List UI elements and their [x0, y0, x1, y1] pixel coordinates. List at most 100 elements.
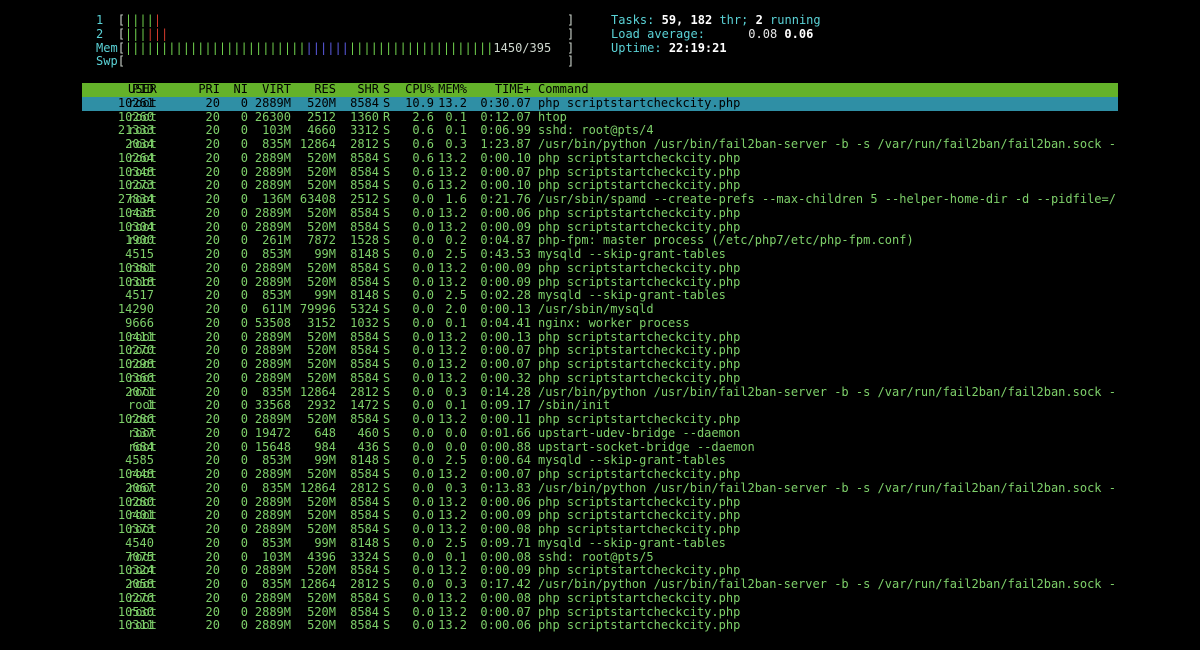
process-row[interactable]: 2058 root 20 0 835M 12864 2812 S 0.0 0.3 0:17.42/u… — [82, 577, 1118, 592]
process-cpu: 0.0 — [412, 590, 434, 605]
process-shr: 8584 — [350, 164, 379, 179]
process-row[interactable]: 10411 root 20 0 2889M 520M 8584 S 0.0 13.2 0:00.13… — [82, 329, 1118, 345]
column-header-cpu[interactable]: CPU% — [394, 82, 434, 97]
process-row[interactable]: 4585 20 0 853M 99M 8148 S 0.0 2.5 0:00.64 mysqld -… — [82, 453, 1118, 468]
process-res: 520M — [307, 164, 336, 179]
process-row[interactable]: 10260 root 20 0 26300 2512 1360 R 2.6 0.1 0:12.07 h… — [82, 109, 1118, 125]
process-row[interactable]: 10401 root 20 0 2889M 520M 8584 S 0.0 13.2 0:00.09… — [82, 508, 1118, 523]
process-row[interactable]: 14290 20 0 611M 79996 5324 S 0.0 2.0 0:00.13/usr/… — [82, 302, 1118, 317]
process-cpu: 0.0 — [412, 233, 434, 248]
process-priority: 20 — [205, 563, 220, 578]
process-row[interactable]: 10264 root 20 0 2889M 520M 8584 S 0.6 13.2 0:00.10… — [82, 150, 1118, 166]
process-row[interactable]: 2034 root 20 0 835M 12864 2812 S 0.6 0.3 1:23.87/u… — [82, 137, 1118, 152]
process-row[interactable]: 10270 root 20 0 2889M 520M 8584 S 0.0 13.2 0:00.07… — [82, 343, 1118, 358]
process-command: /usr/sbin/spamd --create-prefs --max-chi… — [538, 193, 1116, 206]
process-row[interactable]: 27834 root 20 0 136M 63408 2512 S 0.0 1.6 0:21.76/… — [82, 192, 1118, 207]
cpu1-bar-normal: |||| — [124, 13, 154, 27]
process-cpu: 0.0 — [412, 604, 434, 619]
process-cpu: 0.0 — [412, 219, 434, 234]
process-shr: 8584 — [350, 329, 379, 344]
process-row[interactable]: 4540 20 0 853M 99M 8148 S 0.0 2.5 0:09.71 mysqld -… — [82, 535, 1118, 551]
process-row-selected[interactable]: 10261 root 20 0 2889M 520M 8584 S 10.9 13.2 0:30.0… — [82, 96, 1118, 111]
process-row[interactable]: 10276 root 20 0 2889M 520M 8584 S 0.0 13.2 0:00.08… — [82, 590, 1118, 606]
process-res: 4660 — [307, 123, 336, 138]
process-row[interactable]: 7075 root 20 0 103M 4396 3324 S 0.0 0.1 0:00.08 ssh… — [82, 549, 1118, 565]
column-header-command[interactable]: Command — [538, 83, 1118, 97]
column-header-mem[interactable]: MEM% — [434, 82, 467, 97]
process-row[interactable]: 1900 root 20 0 261M 7872 1528 S 0.0 0.2 0:04.87 php… — [82, 233, 1118, 248]
process-row[interactable]: 10280 root 20 0 2889M 520M 8584 S 0.0 13.2 0:00.06… — [82, 494, 1118, 510]
process-row[interactable]: 10381 root 20 0 2889M 520M 8584 S 0.0 13.2 0:00.09… — [82, 261, 1118, 276]
process-row[interactable]: 10448 root 20 0 2889M 520M 8584 S 0.0 13.2 0:00.07… — [82, 467, 1118, 482]
process-cpu: 0.0 — [412, 535, 434, 550]
process-time: 0:01.66 — [480, 425, 531, 440]
process-row[interactable]: 10311 root 20 0 2889M 520M 8584 S 0.0 13.2 0:00.06… — [82, 618, 1118, 633]
process-table: 10261 root 20 0 2889M 520M 8584 S 10.9 13.2 0:30.0… — [82, 96, 1118, 633]
process-res: 520M — [307, 150, 336, 165]
process-row[interactable]: 10318 root 20 0 2889M 520M 8584 S 0.0 13.2 0:00.09… — [82, 274, 1118, 290]
process-cpu: 0.0 — [412, 549, 434, 564]
process-row[interactable]: 10366 root 20 0 2889M 520M 8584 S 0.0 13.2 0:00.32… — [82, 370, 1118, 386]
process-row[interactable]: 21333 root 20 0 103M 4660 3312 S 0.6 0.1 0:06.99 ss… — [82, 123, 1118, 138]
process-cpu: 0.0 — [412, 439, 434, 454]
process-row[interactable]: 4515 20 0 853M 99M 8148 S 0.0 2.5 0:43.53 mysqld -… — [82, 247, 1118, 262]
process-nice: 0 — [240, 343, 248, 358]
process-res: 520M — [307, 274, 336, 289]
process-row[interactable]: 10304 root 20 0 2889M 520M 8584 S 0.0 13.2 0:00.09… — [82, 219, 1118, 235]
process-user: root — [128, 137, 157, 151]
process-nice: 0 — [240, 205, 248, 220]
process-row[interactable]: 1 root 20 0 33568 2932 1472 S 0.0 0.1 0:09.17/sbin… — [82, 398, 1118, 413]
process-row[interactable]: 337 root 20 0 19472 648 460 S 0.0 0.0 0:01.66 upsta… — [82, 425, 1118, 441]
process-command: /usr/bin/python /usr/bin/fail2ban-server… — [538, 138, 1116, 151]
process-time: 0:14.28 — [480, 384, 531, 399]
process-row[interactable]: 10348 root 20 0 2889M 520M 8584 S 0.6 13.2 0:00.07… — [82, 164, 1118, 180]
process-row[interactable]: 10286 root 20 0 2889M 520M 8584 S 0.0 13.2 0:00.11… — [82, 412, 1118, 427]
process-user: root — [128, 467, 157, 481]
process-command: php scriptstartcheckcity.php — [538, 371, 741, 385]
process-row[interactable]: 4517 20 0 853M 99M 8148 S 0.0 2.5 0:02.28 mysqld -… — [82, 288, 1118, 303]
process-time: 0:00.06 — [480, 494, 531, 509]
process-command: mysqld --skip-grant-tables — [538, 454, 726, 468]
process-nice: 0 — [240, 274, 248, 289]
process-res: 648 — [314, 425, 336, 440]
process-command: php scriptstartcheckcity.php — [538, 591, 741, 605]
process-shr: 2812 — [350, 137, 379, 151]
process-row[interactable]: 10273 root 20 0 2889M 520M 8584 S 0.6 13.2 0:00.10… — [82, 178, 1118, 193]
process-time: 0:00.09 — [480, 219, 531, 234]
process-command: php scriptstartcheckcity.php — [538, 358, 741, 371]
column-header-time[interactable]: TIME+ — [467, 82, 531, 97]
process-shr: 8584 — [350, 370, 379, 385]
column-header-virt[interactable]: VIRT — [246, 82, 291, 97]
column-header-pri[interactable]: PRI — [186, 82, 220, 97]
process-row[interactable]: 10298 root 20 0 2889M 520M 8584 S 0.0 13.2 0:00.07… — [82, 357, 1118, 372]
process-cpu: 0.0 — [412, 522, 434, 536]
mem-open-bracket: [ — [117, 40, 125, 55]
process-priority: 20 — [205, 522, 220, 536]
process-row[interactable]: 10435 root 20 0 2889M 520M 8584 S 0.0 13.2 0:00.06… — [82, 205, 1118, 221]
process-row[interactable]: 10530 root 20 0 2889M 520M 8584 S 0.0 13.2 0:00.07… — [82, 604, 1118, 620]
process-res: 2512 — [307, 109, 336, 124]
column-header-shr[interactable]: SHR — [336, 82, 379, 97]
process-user: root — [128, 384, 157, 399]
process-priority: 20 — [205, 494, 220, 509]
process-user: root — [128, 178, 157, 193]
process-row[interactable]: 2067 root 20 0 835M 12864 2812 S 0.0 0.3 0:13.83/u… — [82, 481, 1118, 496]
column-header-res[interactable]: RES — [291, 82, 336, 97]
process-row[interactable]: 9666 20 0 53508 3152 1032 S 0.0 0.1 0:04.41 nginx:… — [82, 316, 1118, 331]
process-time: 0:00.09 — [480, 508, 531, 523]
process-row[interactable]: 10324 root 20 0 2889M 520M 8584 S 0.0 13.2 0:00.09… — [82, 563, 1118, 578]
process-row[interactable]: 10373 root 20 0 2889M 520M 8584 S 0.0 13.2 0:00.08… — [82, 522, 1118, 537]
process-virt: 2889M — [254, 357, 291, 371]
process-priority: 20 — [205, 219, 220, 234]
process-mem: 13.2 — [438, 150, 467, 165]
process-priority: 20 — [205, 343, 220, 358]
column-header-user[interactable]: USER — [128, 82, 188, 97]
process-shr: 8584 — [350, 150, 379, 165]
process-time: 0:12.07 — [480, 109, 531, 124]
process-row[interactable]: 2071 root 20 0 835M 12864 2812 S 0.0 0.3 0:14.28/u… — [82, 384, 1118, 400]
process-time: 0:09.71 — [480, 535, 531, 550]
column-header-ni[interactable]: NI — [220, 82, 248, 97]
process-row[interactable]: 684 root 20 0 15648 984 436 S 0.0 0.0 0:00.88 upsta… — [82, 439, 1118, 455]
process-user: root — [128, 329, 157, 344]
process-priority: 20 — [205, 178, 220, 193]
